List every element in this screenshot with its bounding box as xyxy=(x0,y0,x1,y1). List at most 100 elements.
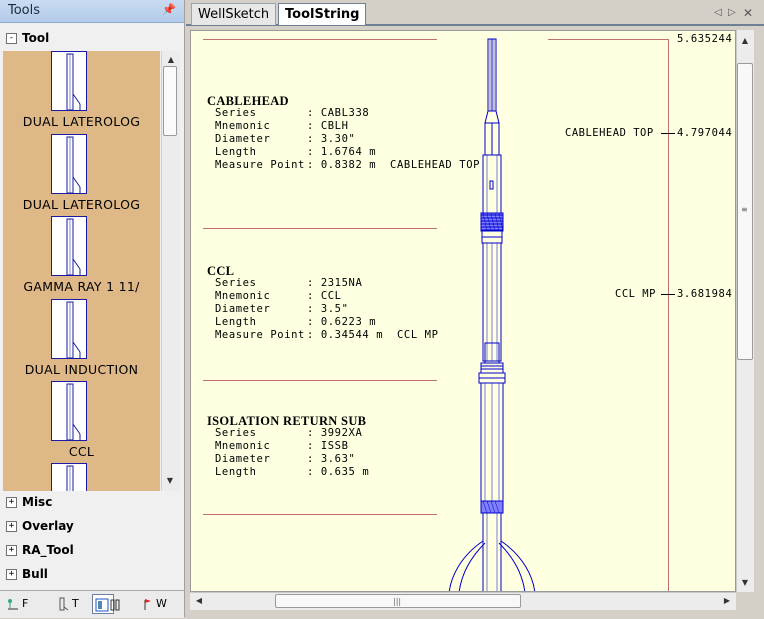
property-value: : CCL xyxy=(307,290,342,302)
property-key: Mnemonic xyxy=(215,290,271,302)
scroll-tabs-left-icon[interactable]: ◁ xyxy=(712,6,724,20)
expand-icon[interactable]: + xyxy=(6,521,17,532)
depth-divider xyxy=(548,39,668,40)
property-key: Diameter xyxy=(215,133,271,145)
scroll-up-icon[interactable]: ▲ xyxy=(738,34,752,48)
property-value: : ISSB xyxy=(307,440,349,452)
category-misc[interactable]: + Misc xyxy=(4,493,180,513)
expand-icon[interactable]: + xyxy=(6,497,17,508)
property-row: Mnemonic : CBLH xyxy=(215,120,349,132)
property-value: : 0.34544 m CCL MP xyxy=(307,329,439,341)
tool-item-partial[interactable] xyxy=(3,463,160,491)
toolstring-drawing xyxy=(448,38,536,591)
tool-tab-icon xyxy=(6,597,20,611)
panel-tab-label: F xyxy=(22,597,29,610)
tool-item-dual-laterolog[interactable]: DUAL LATEROLOG xyxy=(3,51,160,133)
property-row: Series : 2315NA xyxy=(215,277,362,289)
tools-panel: Tools 📌 - Tool DUAL LATEROLOG DUAL LATER… xyxy=(0,0,185,618)
section-divider xyxy=(203,228,437,229)
property-row: Series: CABL338 xyxy=(215,107,369,119)
top-depth-value: 5.635244 xyxy=(677,33,733,45)
property-key: Series xyxy=(215,277,257,289)
tool-item-label: CCL xyxy=(68,444,95,459)
expand-icon[interactable]: + xyxy=(6,569,17,580)
marker-depth: 3.681984 xyxy=(677,288,733,300)
property-key: Mnemonic xyxy=(215,120,271,132)
marker-depth: 4.797044 xyxy=(677,127,733,139)
scroll-right-icon[interactable]: ▶ xyxy=(720,594,734,608)
pin-icon[interactable]: 📌 xyxy=(162,4,176,16)
category-ra-tool[interactable]: + RA_Tool xyxy=(4,541,180,561)
expand-icon[interactable]: + xyxy=(6,545,17,556)
tool-item-gamma-ray[interactable]: GAMMA RAY 1 11/ xyxy=(3,216,160,298)
panel-tab-t[interactable]: T xyxy=(56,594,79,614)
panel-tab-label: T xyxy=(72,597,79,610)
property-value: : 0.6223 m xyxy=(307,316,377,328)
property-key: Series xyxy=(215,107,257,119)
tool-item-label: DUAL LATEROLOG xyxy=(22,114,141,129)
property-key: Series xyxy=(215,427,257,439)
tool-item-ccl[interactable]: CCL xyxy=(3,381,160,463)
scroll-up-icon[interactable]: ▲ xyxy=(164,53,178,67)
marker-label: CCL MP xyxy=(615,288,656,300)
marker-tick xyxy=(661,294,675,295)
well-tab-icon xyxy=(140,597,154,611)
property-row: Series: 3992XA xyxy=(215,427,362,439)
tool-thumbnail xyxy=(51,51,87,111)
property-key: Diameter xyxy=(215,303,271,315)
panel-tab-f[interactable]: F xyxy=(6,594,28,614)
marker-label: CABLEHEAD TOP xyxy=(565,127,654,139)
property-key: Measure Point xyxy=(215,329,305,341)
property-value: : 3.5" xyxy=(307,303,349,315)
panel-tab-toolstring[interactable] xyxy=(92,594,120,614)
tool-item-label: GAMMA RAY 1 11/ xyxy=(23,279,140,294)
section-divider xyxy=(203,39,437,40)
tool-item-dual-induction[interactable]: DUAL INDUCTION xyxy=(3,299,160,381)
property-key: Length xyxy=(215,316,257,328)
property-row: Mnemonic : CCL xyxy=(215,290,342,302)
property-value: : 2315NA xyxy=(307,277,363,289)
toolstring-tab-icon xyxy=(95,598,120,612)
panel-tab-label: W xyxy=(156,597,167,610)
section-divider xyxy=(203,514,437,515)
property-key: Length xyxy=(215,466,257,478)
category-tool[interactable]: - Tool xyxy=(4,29,180,49)
tool-thumbnail xyxy=(51,299,87,359)
scroll-down-icon[interactable]: ▼ xyxy=(738,576,752,590)
collapse-icon[interactable]: - xyxy=(6,33,17,44)
property-row: Diameter: 3.63" xyxy=(215,453,355,465)
tool-list-scroll-thumb[interactable] xyxy=(163,66,177,136)
category-label: RA_Tool xyxy=(22,543,74,557)
property-key: Diameter xyxy=(215,453,271,465)
tab-wellsketch[interactable]: WellSketch xyxy=(191,3,276,25)
category-label: Misc xyxy=(22,495,53,509)
close-tab-icon[interactable]: ✕ xyxy=(742,6,754,20)
tool-item-dual-laterolog[interactable]: DUAL LATEROLOG xyxy=(3,134,160,216)
category-overlay[interactable]: + Overlay xyxy=(4,517,180,537)
scroll-tabs-right-icon[interactable]: ▷ xyxy=(726,6,738,20)
panel-tab-w[interactable]: W xyxy=(140,594,167,614)
property-key: Mnemonic xyxy=(215,440,271,452)
scroll-grip-icon: ≡ xyxy=(741,205,748,214)
property-row: Diameter : 3.5" xyxy=(215,303,349,315)
depth-axis-line xyxy=(668,39,669,591)
property-value: : 1.6764 m xyxy=(307,146,377,158)
section-divider xyxy=(203,380,437,381)
scroll-down-icon[interactable]: ▼ xyxy=(164,476,176,488)
tool-list: DUAL LATEROLOG DUAL LATEROLOG GAMMA RAY … xyxy=(3,51,160,491)
tool-thumbnail xyxy=(51,134,87,194)
category-label: Tool xyxy=(22,31,50,45)
category-bull[interactable]: + Bull xyxy=(4,565,180,585)
panel-bottom-tabs: F T W xyxy=(0,590,184,618)
tab-toolstring[interactable]: ToolString xyxy=(278,3,366,25)
property-value: : CBLH xyxy=(307,120,349,132)
scroll-left-icon[interactable]: ◀ xyxy=(192,594,206,608)
property-row: Diameter: 3.30" xyxy=(215,133,355,145)
toolstring-canvas[interactable]: 5.635244 CABLEHEAD Series: CABL338 Mnemo… xyxy=(190,30,736,592)
property-row: Length : 0.635 m xyxy=(215,466,369,478)
category-label: Bull xyxy=(22,567,48,581)
tools-panel-header: Tools 📌 xyxy=(0,0,184,23)
tool-thumbnail xyxy=(51,463,87,491)
string-tab-icon xyxy=(56,597,70,611)
property-value: : 0.635 m xyxy=(307,466,370,478)
